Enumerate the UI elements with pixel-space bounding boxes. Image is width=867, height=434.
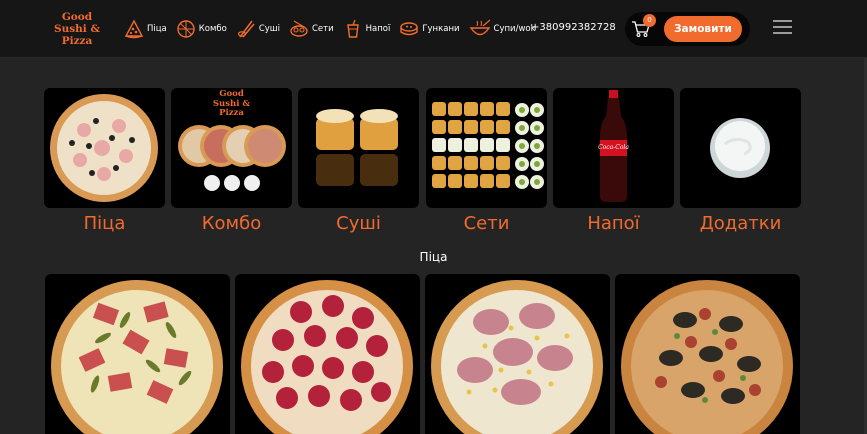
- nav-item-sushi[interactable]: Суші: [236, 19, 280, 39]
- nav-item-pizza[interactable]: Піца: [124, 19, 167, 39]
- nav-item-drinks[interactable]: Напої: [343, 19, 391, 39]
- sushi-set-icon: [290, 20, 308, 37]
- nav-item-combo[interactable]: Комбо: [176, 19, 227, 39]
- nav-item-gunkan[interactable]: Гункани: [399, 19, 460, 39]
- cart-area: 0 Замовити: [625, 12, 750, 46]
- category-label: Піца: [83, 213, 126, 234]
- nav-label: Сети: [311, 24, 334, 34]
- drink-cup-icon: [346, 19, 359, 38]
- product-card[interactable]: [615, 274, 800, 434]
- hamburger-menu-icon[interactable]: [773, 20, 792, 34]
- category-pizza[interactable]: Піца: [44, 88, 165, 234]
- category-label: Додатки: [699, 213, 782, 234]
- category-label: Суші: [336, 213, 381, 234]
- site-logo[interactable]: Good Sushi & Pizza: [48, 11, 106, 47]
- category-image: [44, 88, 165, 208]
- category-image: Good Sushi & Pizza: [171, 88, 292, 208]
- product-card[interactable]: [235, 274, 420, 434]
- logo-line-3: Pizza: [61, 35, 93, 47]
- nav-label: Напої: [365, 24, 391, 34]
- chopsticks-icon: [237, 20, 255, 38]
- phone-number[interactable]: +380992382728: [531, 22, 616, 33]
- nav-label: Суші: [258, 24, 280, 34]
- nav-item-sets[interactable]: Сети: [289, 19, 334, 39]
- product-image: [241, 280, 413, 434]
- category-sets[interactable]: Сети: [426, 88, 547, 234]
- nav-label: Супи/wok: [493, 24, 536, 34]
- category-label: Сети: [463, 213, 510, 234]
- nav-item-soups-wok[interactable]: Супи/wok: [469, 19, 536, 39]
- product-image: [431, 280, 603, 434]
- category-image: [680, 88, 801, 208]
- category-extras[interactable]: Додатки: [680, 88, 801, 234]
- bottle-label: Coca-Cola: [598, 144, 629, 151]
- pizza-icon: [177, 20, 195, 38]
- logo-line-1: Good: [61, 11, 93, 23]
- category-label: Комбо: [201, 213, 262, 234]
- logo-line-2: Sushi &: [54, 23, 100, 35]
- order-button[interactable]: Замовити: [664, 16, 742, 42]
- category-drinks[interactable]: Coca-Cola Напої: [553, 88, 674, 234]
- category-label: Напої: [587, 213, 640, 234]
- product-image: [621, 280, 793, 434]
- category-image: [298, 88, 419, 208]
- site-header: Good Sushi & Pizza Піца Комбо Суші Сети …: [0, 0, 867, 58]
- product-card[interactable]: [425, 274, 610, 434]
- category-sushi[interactable]: Суші: [298, 88, 419, 234]
- nav-label: Комбо: [198, 24, 227, 34]
- nav-label: Гункани: [422, 24, 460, 34]
- gunkan-icon: [400, 22, 419, 36]
- main-nav: Піца Комбо Суші Сети Напої Гункани Супи/…: [124, 16, 545, 42]
- cart-count-badge: 0: [643, 14, 656, 27]
- category-image: [426, 88, 547, 208]
- product-card[interactable]: [45, 274, 230, 434]
- product-image: [51, 280, 223, 434]
- category-image: Coca-Cola: [553, 88, 674, 208]
- bowl-icon: [469, 19, 490, 36]
- category-combo[interactable]: Good Sushi & Pizza Комбо: [171, 88, 292, 234]
- pizza-slice-icon: [124, 19, 144, 39]
- nav-label: Піца: [147, 24, 167, 34]
- section-title: Піца: [419, 250, 448, 264]
